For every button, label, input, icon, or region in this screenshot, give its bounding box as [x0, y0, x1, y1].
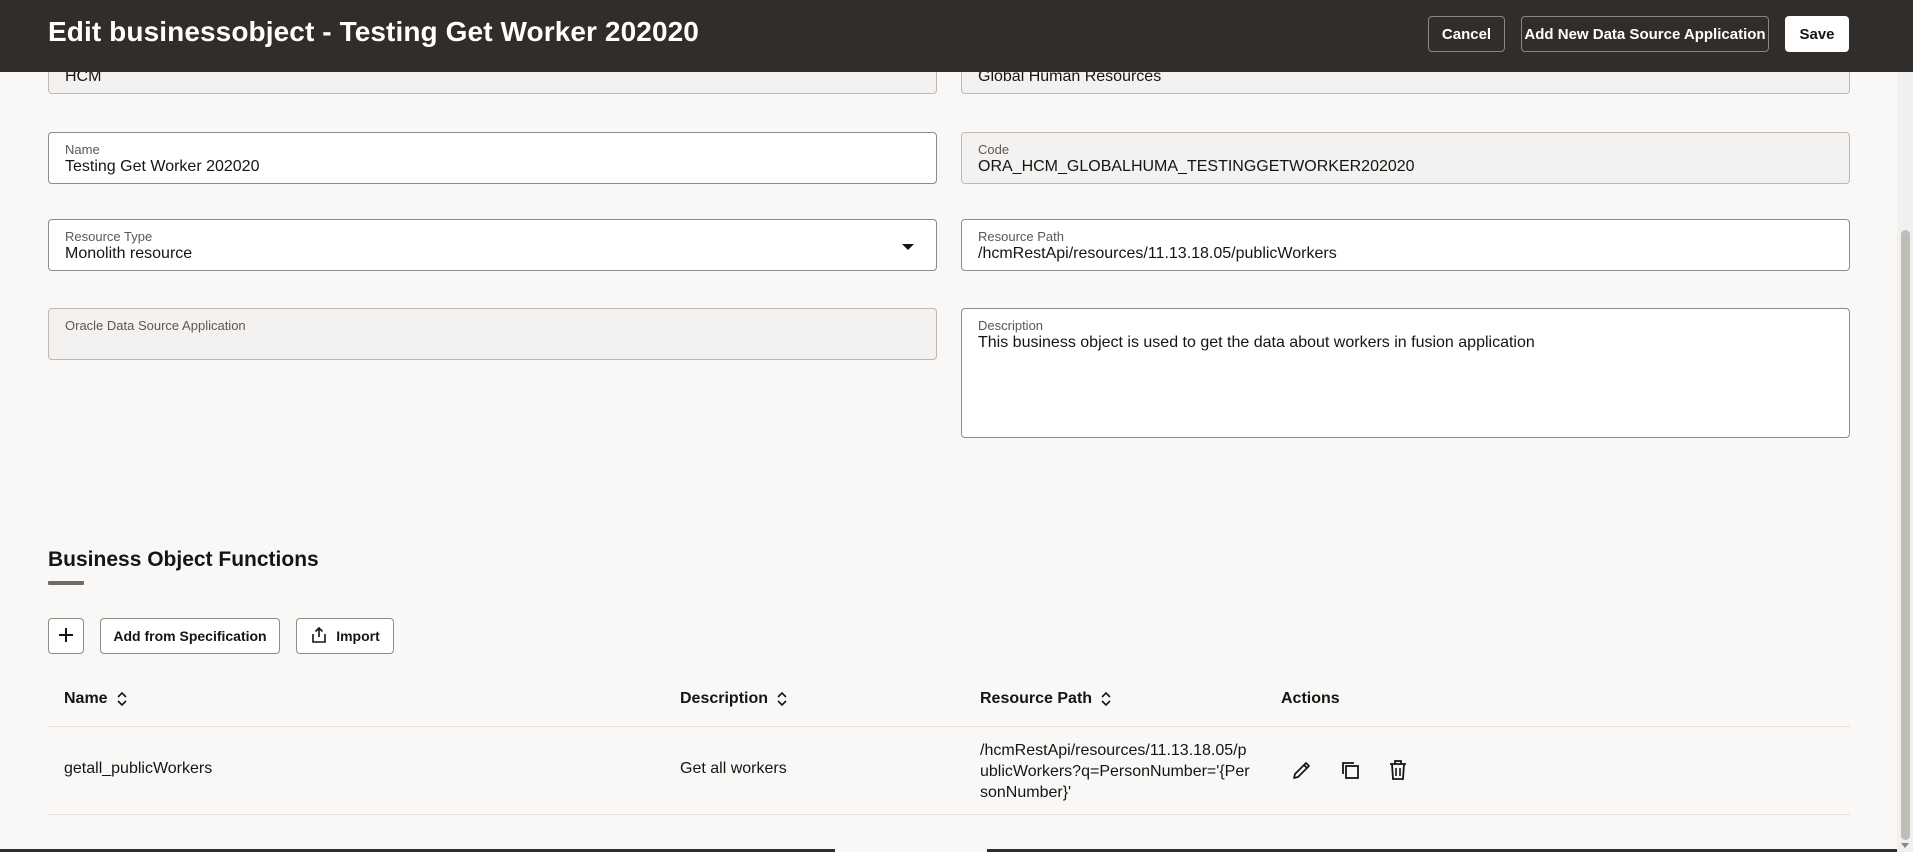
- column-header-resource-path[interactable]: Resource Path: [980, 690, 1112, 708]
- section-underline: [48, 581, 84, 585]
- sort-icon[interactable]: [116, 691, 128, 707]
- name-value: Testing Get Worker 202020: [65, 158, 260, 175]
- column-header-description[interactable]: Description: [680, 690, 788, 708]
- oracle-data-source-application-label: Oracle Data Source Application: [65, 318, 246, 333]
- add-new-data-source-application-button[interactable]: Add New Data Source Application: [1521, 16, 1769, 52]
- upload-icon: [310, 626, 328, 647]
- column-header-name-label: Name: [64, 690, 108, 707]
- duplicate-icon[interactable]: [1338, 758, 1362, 782]
- column-header-resource-path-label: Resource Path: [980, 690, 1093, 707]
- function-description: Get all workers: [680, 760, 787, 777]
- scroll-down-arrow-icon[interactable]: [1901, 843, 1909, 848]
- save-button[interactable]: Save: [1785, 16, 1849, 52]
- plus-icon: [57, 626, 75, 647]
- name-field[interactable]: Name Testing Get Worker 202020: [48, 132, 937, 184]
- code-field: Code ORA_HCM_GLOBALHUMA_TESTINGGETWORKER…: [961, 132, 1850, 184]
- description-textarea[interactable]: Description This business object is used…: [961, 308, 1850, 438]
- page-header: Edit businessobject - Testing Get Worker…: [0, 0, 1913, 72]
- name-label: Name: [65, 142, 100, 157]
- code-label: Code: [978, 142, 1010, 157]
- add-function-button[interactable]: [48, 618, 84, 654]
- scrollbar-thumb[interactable]: [1901, 230, 1910, 840]
- column-header-actions-label: Actions: [1281, 690, 1340, 707]
- resource-path-value: /hcmRestApi/resources/11.13.18.05/public…: [978, 245, 1337, 262]
- delete-icon[interactable]: [1386, 758, 1410, 782]
- import-label: Import: [336, 628, 380, 644]
- vertical-scrollbar[interactable]: [1897, 72, 1913, 852]
- sort-icon[interactable]: [776, 691, 788, 707]
- page-title: Edit businessobject - Testing Get Worker…: [48, 16, 699, 47]
- column-header-description-label: Description: [680, 690, 769, 707]
- row-divider: [48, 726, 1850, 727]
- import-button[interactable]: Import: [296, 618, 394, 654]
- resource-type-value: Monolith resource: [65, 245, 193, 262]
- chevron-down-icon[interactable]: [902, 244, 914, 250]
- column-header-actions: Actions: [1281, 690, 1340, 708]
- oracle-data-source-application-field: Oracle Data Source Application: [48, 308, 937, 360]
- description-value: This business object is used to get the …: [978, 334, 1535, 351]
- resource-path-label: Resource Path: [978, 229, 1064, 244]
- resource-type-label: Resource Type: [65, 229, 153, 244]
- row-divider: [48, 814, 1850, 815]
- sort-icon[interactable]: [1100, 691, 1112, 707]
- resource-type-select[interactable]: Resource Type Monolith resource: [48, 219, 937, 271]
- code-value: ORA_HCM_GLOBALHUMA_TESTINGGETWORKER20202…: [978, 158, 1415, 175]
- add-from-specification-button[interactable]: Add from Specification: [100, 618, 280, 654]
- resource-path-field[interactable]: Resource Path /hcmRestApi/resources/11.1…: [961, 219, 1850, 271]
- function-name: getall_publicWorkers: [64, 760, 213, 777]
- section-title: Business Object Functions: [48, 548, 319, 571]
- edit-icon[interactable]: [1290, 758, 1314, 782]
- column-header-name[interactable]: Name: [64, 690, 128, 708]
- cancel-button[interactable]: Cancel: [1428, 16, 1505, 52]
- function-resource-path: /hcmRestApi/resources/11.13.18.05/public…: [980, 742, 1250, 801]
- description-label: Description: [978, 318, 1044, 333]
